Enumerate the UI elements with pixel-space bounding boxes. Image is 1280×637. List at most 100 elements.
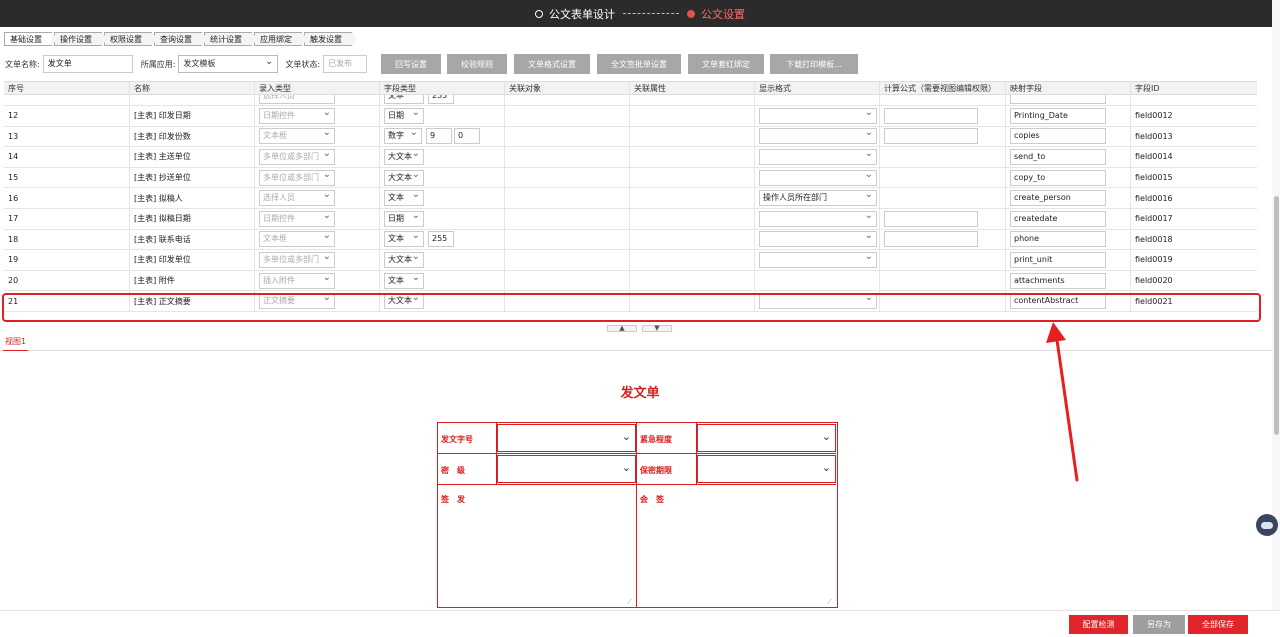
step-doc-settings[interactable]: 公文设置	[687, 6, 745, 22]
formula-input[interactable]	[884, 231, 978, 248]
secret-period-select[interactable]	[697, 455, 836, 483]
input-type-select[interactable]: 日期控件	[259, 209, 335, 227]
col-input-type: 录入类型	[255, 82, 380, 95]
table-row[interactable]: 17[主表] 拟稿日期日期控件 日期 createdate field0017	[4, 209, 1257, 230]
tab-operation[interactable]: 操作设置	[54, 32, 107, 46]
field-type-select[interactable]: 大文本	[384, 168, 424, 186]
step-dot-icon	[687, 9, 695, 18]
doc-no-select[interactable]	[497, 424, 636, 452]
field-type-select[interactable]: 大文本	[384, 250, 424, 268]
input-type-select[interactable]: 选择人员	[259, 188, 335, 207]
collapse-down-icon[interactable]: ▼	[642, 325, 672, 332]
length-input[interactable]: 255	[428, 95, 454, 104]
row-number: 14	[4, 147, 130, 167]
input-type-select[interactable]: 多单位或多部门	[259, 147, 335, 165]
mapping-input[interactable]: Printing_Date	[1010, 107, 1106, 124]
display-format-select[interactable]: 操作人员所在部门	[759, 188, 877, 207]
download-template-button[interactable]: 下载打印模板...	[770, 54, 858, 74]
writeback-settings-button[interactable]: 回写设置	[381, 54, 441, 74]
config-check-button[interactable]: 配置检测	[1069, 615, 1128, 634]
mapping-input[interactable]: send_to	[1010, 148, 1106, 165]
row-divider	[438, 484, 836, 485]
display-format-select[interactable]	[759, 229, 877, 248]
display-format-cell	[755, 250, 880, 270]
tab-view1[interactable]: 视图1	[3, 336, 29, 351]
secret-select[interactable]	[497, 455, 636, 483]
red-header-binding-button[interactable]: 文单套红绑定	[688, 54, 764, 74]
field-type-select[interactable]: 文本	[384, 95, 424, 104]
formula-input[interactable]	[884, 107, 978, 124]
tab-permission[interactable]: 权限设置	[104, 32, 157, 46]
tab-app-binding[interactable]: 应用绑定	[254, 32, 307, 46]
mapping-input[interactable]: print_unit	[1010, 251, 1106, 268]
field-type-select[interactable]: 文本	[384, 229, 424, 248]
field-type-select[interactable]: 文本	[384, 188, 424, 207]
input-type-cell: 多单位或多部门	[255, 250, 380, 270]
formula-input[interactable]	[884, 128, 978, 145]
save-as-button[interactable]: 另存为	[1133, 615, 1185, 634]
field-id: field0015	[1135, 173, 1173, 183]
tab-basic[interactable]: 基础设置	[4, 32, 57, 46]
display-format-select[interactable]	[759, 250, 877, 268]
tab-trigger[interactable]: 触发设置	[304, 32, 357, 46]
field-type-select[interactable]: 日期	[384, 209, 424, 227]
mapping-input[interactable]: createdate	[1010, 210, 1106, 227]
field-type-select[interactable]: 日期	[384, 106, 424, 124]
field-type-select[interactable]: 大文本	[384, 147, 424, 165]
formula-cell	[880, 188, 1006, 208]
step-form-design[interactable]: 公文表单设计	[535, 6, 615, 22]
field-type-select[interactable]: 文本	[384, 271, 424, 289]
urgency-select[interactable]	[697, 424, 836, 452]
step-label: 公文设置	[701, 7, 745, 21]
display-format-cell	[755, 229, 880, 250]
input-type-select[interactable]: 多单位或多部门	[259, 250, 335, 268]
mapping-input[interactable]	[1010, 95, 1106, 104]
display-format-select[interactable]	[759, 126, 877, 145]
formula-input[interactable]	[884, 210, 978, 227]
assistant-robot-icon[interactable]	[1256, 514, 1278, 536]
table-row[interactable]: 15[主表] 抄送单位多单位或多部门 大文本 copy_to field0015	[4, 168, 1257, 189]
table-row[interactable]: 19[主表] 印发单位多单位或多部门 大文本 print_unit field0019	[4, 250, 1257, 271]
mapping-input[interactable]: phone	[1010, 231, 1106, 248]
related-object-cell	[505, 106, 630, 126]
decimals-input[interactable]: 0	[454, 128, 480, 145]
mapping-input[interactable]: create_person	[1010, 190, 1106, 207]
input-type-select[interactable]: 日期控件	[259, 106, 335, 124]
table-row[interactable]: 13[主表] 印发份数文本框 数字90 copies field0013	[4, 126, 1257, 148]
display-format-select[interactable]	[759, 106, 877, 124]
status-input[interactable]: 已发布	[323, 55, 368, 73]
mapping-input[interactable]: copy_to	[1010, 169, 1106, 186]
mapping-input[interactable]: attachments	[1010, 272, 1106, 289]
display-format-select[interactable]	[759, 147, 877, 165]
input-type-cell: 文本框	[255, 126, 380, 147]
input-type-select[interactable]: 选择人员	[259, 95, 335, 104]
table-row[interactable]: 18[主表] 联系电话文本框 文本255 phone field0018	[4, 229, 1257, 251]
length-input[interactable]: 255	[428, 231, 454, 248]
tab-statistics[interactable]: 统计设置	[204, 32, 257, 46]
display-format-select[interactable]	[759, 209, 877, 227]
resize-handle-icon[interactable]: ⟋	[627, 598, 632, 607]
resize-handle-icon[interactable]: ⟋	[827, 598, 832, 607]
length-input[interactable]: 9	[426, 128, 452, 145]
table-row[interactable]: 12[主表] 印发日期日期控件 日期 Printing_Date field0012	[4, 106, 1257, 127]
input-type-select[interactable]: 多单位或多部门	[259, 168, 335, 186]
display-format-select[interactable]	[759, 168, 877, 186]
validation-rules-button[interactable]: 校验规则	[447, 54, 507, 74]
doc-name-input[interactable]: 发文单	[42, 55, 133, 73]
table-row[interactable]: 14[主表] 主送单位多单位或多部门 大文本 send_to field0014	[4, 147, 1257, 168]
input-type-select[interactable]: 文本框	[259, 229, 335, 248]
mapping-cell: print_unit	[1006, 250, 1131, 270]
input-type-select[interactable]: 插入附件	[259, 271, 335, 289]
tab-query[interactable]: 查询设置	[154, 32, 207, 46]
input-type-select[interactable]: 文本框	[259, 126, 335, 145]
doc-format-button[interactable]: 文单格式设置	[514, 54, 590, 74]
app-select[interactable]: 发文模板	[178, 54, 279, 73]
mapping-input[interactable]: copies	[1010, 128, 1106, 145]
field-type-select[interactable]: 数字	[384, 126, 422, 145]
collapse-up-icon[interactable]: ▲	[607, 325, 637, 332]
scrollbar-thumb[interactable]	[1274, 196, 1279, 435]
save-all-button[interactable]: 全部保存	[1188, 615, 1248, 634]
full-text-approval-button[interactable]: 全文签批单设置	[597, 54, 681, 74]
table-row[interactable]: 16[主表] 拟稿人选择人员 文本 操作人员所在部门 create_person fie…	[4, 188, 1257, 209]
table-row[interactable]: 20[主表] 附件插入附件 文本 attachments field0020	[4, 271, 1257, 292]
